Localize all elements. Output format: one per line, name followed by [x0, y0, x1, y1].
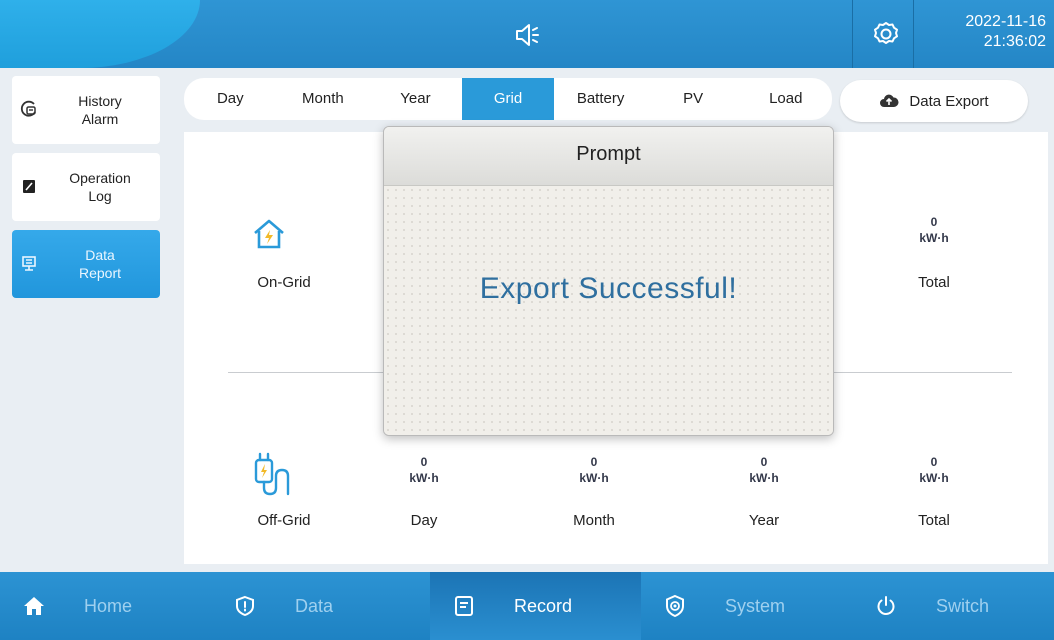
tab-load[interactable]: Load	[739, 78, 832, 120]
sidebar-item-label: Operation Log	[69, 170, 131, 204]
nav-system-label: System	[725, 596, 786, 616]
house-bolt-icon	[254, 219, 284, 249]
off-grid-month-label: Month	[573, 512, 615, 529]
plug-icon	[254, 452, 290, 496]
nav-system[interactable]: System	[641, 572, 852, 640]
clock-date: 2022-11-16	[965, 13, 1046, 30]
report-tabs: Day Month Year Grid Battery PV Load	[184, 78, 832, 120]
on-grid-total-label: Total	[918, 274, 950, 291]
off-grid-total-value: 0 kW·h	[919, 455, 949, 485]
upload-cloud-icon	[880, 94, 899, 107]
sidebar-item-data-report[interactable]: Data Report	[12, 230, 160, 298]
tab-day[interactable]: Day	[184, 78, 277, 120]
prompt-dialog-message: Export Successful!	[479, 272, 738, 305]
off-grid-day-label: Day	[410, 512, 438, 529]
off-grid-title: Off-Grid	[257, 512, 311, 529]
tab-month[interactable]: Month	[277, 78, 370, 120]
off-grid-year-value: 0 kW·h	[749, 455, 779, 485]
data-export-button[interactable]: Data Export	[840, 80, 1028, 122]
tab-battery[interactable]: Battery	[554, 78, 647, 120]
power-icon	[877, 596, 895, 615]
on-grid-title: On-Grid	[257, 274, 311, 291]
clock: 2022-11-16 21:36:02	[926, 12, 1046, 52]
clock-time: 21:36:02	[983, 33, 1046, 50]
off-grid-year-label: Year	[748, 512, 780, 529]
log-icon	[23, 180, 35, 193]
nav-data-label: Data	[295, 596, 334, 616]
sidebar-item-operation-log[interactable]: Operation Log	[12, 153, 160, 221]
system-icon	[666, 594, 684, 618]
data-export-label: Data Export	[909, 92, 989, 110]
nav-record[interactable]: Record	[430, 572, 641, 640]
off-grid-month-value: 0 kW·h	[579, 455, 609, 485]
nav-switch[interactable]: Switch	[852, 572, 1054, 640]
speaker-icon[interactable]	[512, 20, 542, 50]
nav-data[interactable]: Data	[211, 572, 422, 640]
sidebar-item-label: History Alarm	[78, 93, 122, 127]
record-icon	[455, 596, 473, 616]
history-alarm-icon	[20, 100, 36, 117]
report-icon	[22, 256, 36, 271]
shield-icon	[236, 595, 254, 617]
gear-icon[interactable]	[872, 20, 900, 48]
nav-record-label: Record	[514, 596, 573, 616]
off-grid-total-label: Total	[918, 512, 950, 529]
on-grid-total-value: 0 kW·h	[919, 215, 949, 245]
home-icon	[24, 597, 44, 615]
prompt-dialog-body: Export Successful!	[384, 186, 833, 435]
prompt-dialog-header: Prompt	[384, 127, 833, 186]
tab-pv[interactable]: PV	[647, 78, 740, 120]
sidebar-item-history-alarm[interactable]: History Alarm	[12, 76, 160, 144]
tab-grid[interactable]: Grid	[461, 78, 555, 120]
top-bar-swoosh	[0, 0, 200, 68]
bottom-nav: Home Data Record System Switch	[0, 572, 1054, 640]
top-bar: 2022-11-16 21:36:02	[0, 0, 1054, 68]
prompt-dialog-title: Prompt	[576, 143, 641, 165]
nav-home-label: Home	[84, 596, 133, 616]
prompt-dialog[interactable]: Prompt Export Successful!	[383, 126, 834, 436]
nav-home[interactable]: Home	[0, 572, 211, 640]
sidebar-item-label: Data Report	[78, 247, 122, 281]
tab-year[interactable]: Year	[369, 78, 462, 120]
nav-switch-label: Switch	[936, 596, 990, 616]
off-grid-day-value: 0 kW·h	[409, 455, 439, 485]
